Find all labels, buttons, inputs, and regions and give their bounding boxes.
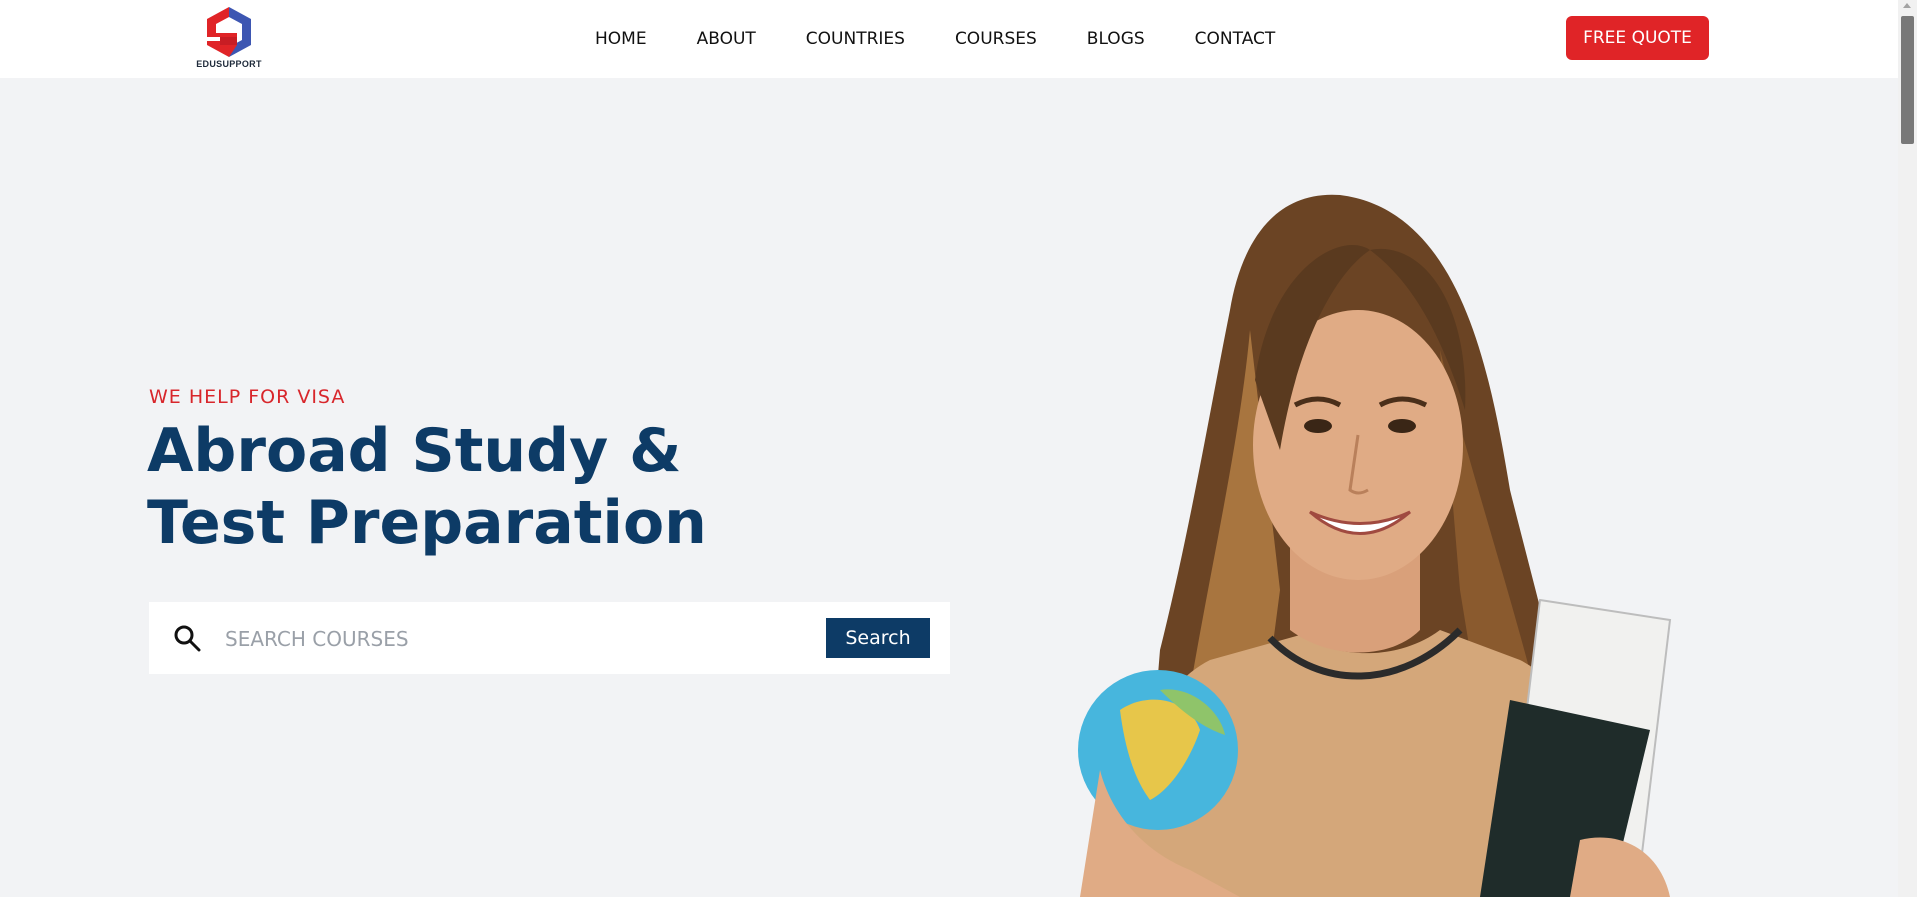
scrollbar-thumb[interactable] xyxy=(1901,16,1914,144)
course-search-box: Search xyxy=(149,602,950,674)
search-button[interactable]: Search xyxy=(826,618,930,658)
hero-title-line2: Test Preparation xyxy=(147,488,707,558)
page-scrollbar[interactable] xyxy=(1898,0,1917,897)
hero-title: Abroad Study & Test Preparation xyxy=(147,415,847,559)
brand-logo[interactable]: EDUSUPPORT xyxy=(189,7,269,71)
nav-item-countries[interactable]: COUNTRIES xyxy=(806,29,905,49)
logo-mark-icon xyxy=(207,7,251,57)
nav-item-about[interactable]: ABOUT xyxy=(697,29,756,49)
nav-item-courses[interactable]: COURSES xyxy=(955,29,1037,49)
hero-title-line1: Abroad Study & xyxy=(147,416,682,486)
hero-eyebrow: WE HELP FOR VISA xyxy=(149,386,346,408)
nav-item-contact[interactable]: CONTACT xyxy=(1195,29,1276,49)
site-header: EDUSUPPORT HOME ABOUT COUNTRIES COURSES … xyxy=(0,0,1898,78)
scroll-up-icon[interactable] xyxy=(1903,3,1911,8)
hero-student-image xyxy=(1078,194,1672,897)
brand-name: EDUSUPPORT xyxy=(196,59,262,69)
main-nav: HOME ABOUT COUNTRIES COURSES BLOGS CONTA… xyxy=(595,0,1325,78)
nav-item-blogs[interactable]: BLOGS xyxy=(1087,29,1145,49)
nav-item-home[interactable]: HOME xyxy=(595,29,647,49)
search-icon xyxy=(174,625,201,652)
search-input[interactable] xyxy=(223,618,747,660)
free-quote-button[interactable]: FREE QUOTE xyxy=(1566,16,1709,60)
